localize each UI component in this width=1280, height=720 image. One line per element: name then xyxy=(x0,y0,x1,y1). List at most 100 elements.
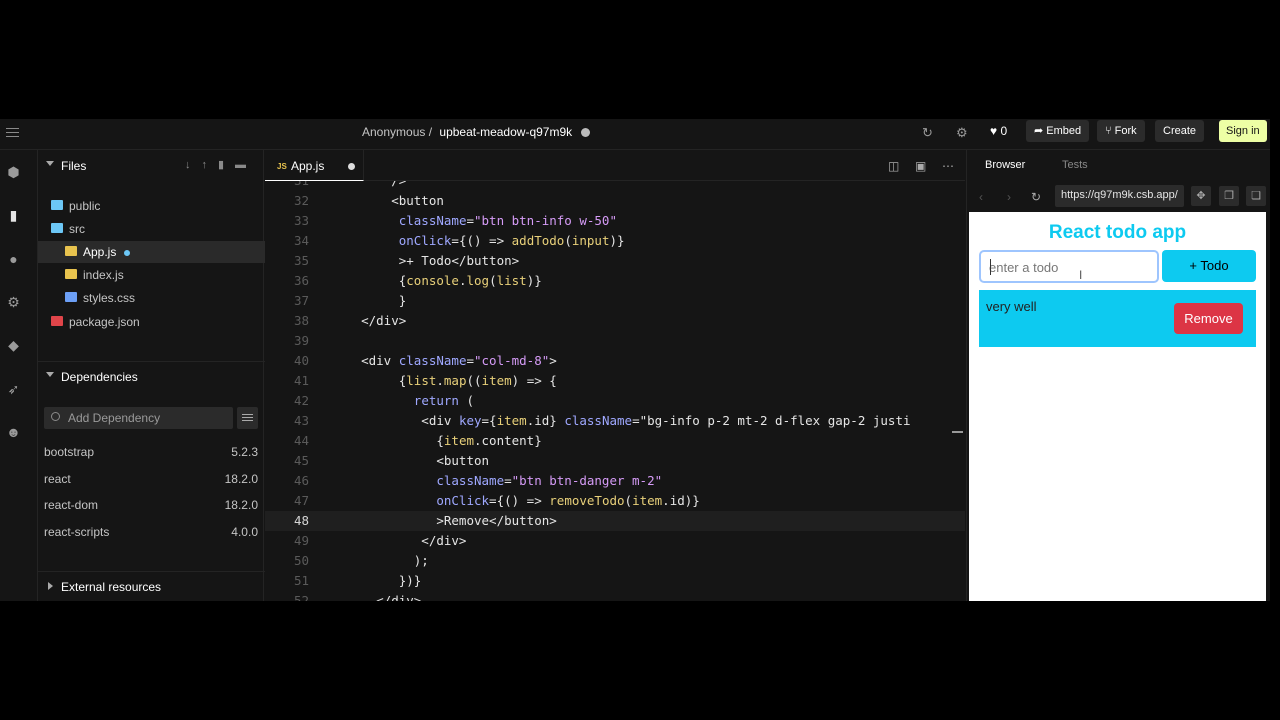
dependency-item[interactable]: react-dom 18.2.0 xyxy=(44,498,258,512)
file-name: index.js xyxy=(83,268,124,282)
dependency-item[interactable]: react-scripts 4.0.0 xyxy=(44,525,258,539)
code-text: >+ Todo</button> xyxy=(331,253,520,268)
sign-in-label: Sign in xyxy=(1226,125,1260,137)
external-resources-title: External resources xyxy=(61,580,162,594)
file-app-js[interactable]: App.js xyxy=(38,241,265,263)
code-line[interactable]: 44 {item.content} xyxy=(265,431,965,451)
browser-toolbar: ‹ › ↻ https://q97m9k.csb.app/ ✥ ❐ ❏ xyxy=(967,181,1270,212)
code-line[interactable]: 52 </div> xyxy=(265,591,965,601)
tab-app-js[interactable]: JS App.js xyxy=(265,150,364,181)
copy-icon[interactable]: ❐ xyxy=(1219,186,1239,206)
reload-icon[interactable]: ↻ xyxy=(1031,190,1041,204)
gear-icon[interactable]: ⚙ xyxy=(956,125,968,141)
cube-icon[interactable]: ⬢ xyxy=(6,165,21,180)
owner-name[interactable]: Anonymous / xyxy=(362,125,432,139)
code-line[interactable]: 31 /> xyxy=(265,181,965,191)
file-index-js[interactable]: index.js xyxy=(38,264,265,286)
more-icon[interactable]: ⋯ xyxy=(942,159,954,173)
forward-icon[interactable]: › xyxy=(1007,190,1011,204)
files-header[interactable]: Files ↓↑▮▬ xyxy=(38,150,265,182)
tab-tests[interactable]: Tests xyxy=(1062,159,1088,171)
line-number: 48 xyxy=(293,513,309,528)
embed-button[interactable]: ➦ Embed xyxy=(1026,120,1090,142)
github-icon[interactable]: ◆ xyxy=(6,338,21,353)
sign-in-button[interactable]: Sign in xyxy=(1219,120,1267,142)
folder-src[interactable]: src xyxy=(38,218,265,240)
scrollbar-marker[interactable] xyxy=(952,431,963,433)
remove-button[interactable]: Remove xyxy=(1174,303,1243,334)
back-icon[interactable]: ‹ xyxy=(979,190,983,204)
code-line[interactable]: 43 <div key={item.id} className="bg-info… xyxy=(265,411,965,431)
code-line[interactable]: 32 <button xyxy=(265,191,965,211)
codesandbox-app: Anonymous / upbeat-meadow-q97m9k ↻ ⚙ ♥ 0… xyxy=(0,119,1270,601)
line-number: 46 xyxy=(293,473,309,488)
line-number: 35 xyxy=(293,253,309,268)
code-line[interactable]: 41 {list.map((item) => { xyxy=(265,371,965,391)
search-icon[interactable]: ● xyxy=(6,252,21,267)
code-line[interactable]: 49 </div> xyxy=(265,531,965,551)
line-number: 34 xyxy=(293,233,309,248)
tab-browser[interactable]: Browser xyxy=(985,159,1025,171)
folder-public[interactable]: public xyxy=(38,195,265,217)
code-line[interactable]: 40 <div className="col-md-8"> xyxy=(265,351,965,371)
code-line[interactable]: 37 } xyxy=(265,291,965,311)
code-line[interactable]: 34 onClick={() => addTodo(input)} xyxy=(265,231,965,251)
code-line[interactable]: 42 return ( xyxy=(265,391,965,411)
dependency-menu-icon[interactable] xyxy=(237,407,258,429)
devtools-icon[interactable]: ✥ xyxy=(1191,186,1211,206)
code-line[interactable]: 36 {console.log(list)} xyxy=(265,271,965,291)
code-line[interactable]: 39 xyxy=(265,331,965,351)
chevron-down-icon xyxy=(46,161,54,166)
file-name: App.js xyxy=(83,245,117,259)
file-sidebar: Files ↓↑▮▬ public src App.js index.js st… xyxy=(37,150,265,601)
js-file-icon xyxy=(65,269,77,279)
menu-icon[interactable] xyxy=(6,128,19,138)
code-line[interactable]: 45 <button xyxy=(265,451,965,471)
rocket-icon[interactable]: ➶ xyxy=(6,382,21,397)
file-actions[interactable]: ↓↑▮▬ xyxy=(185,158,257,171)
ibeam-cursor-icon: I xyxy=(1079,268,1083,282)
dependency-item[interactable]: react 18.2.0 xyxy=(44,472,258,486)
editor-tabs: JS App.js ◫ ▣ ⋯ xyxy=(265,150,965,181)
code-line[interactable]: 51 })} xyxy=(265,571,965,591)
users-icon[interactable]: ☻ xyxy=(6,425,21,440)
code-line[interactable]: 38 </div> xyxy=(265,311,965,331)
add-dependency-input[interactable] xyxy=(68,410,228,426)
project-name[interactable]: upbeat-meadow-q97m9k xyxy=(439,125,572,139)
dependencies-header[interactable]: Dependencies xyxy=(38,361,265,393)
todo-input[interactable] xyxy=(989,258,1149,276)
file-icon[interactable]: ▮ xyxy=(6,208,21,223)
dependency-item[interactable]: bootstrap 5.2.3 xyxy=(44,445,258,459)
file-name: package.json xyxy=(69,315,140,329)
open-window-icon[interactable]: ❏ xyxy=(1246,186,1266,206)
split-view-icon[interactable]: ◫ xyxy=(888,159,899,173)
dependency-version: 18.2.0 xyxy=(224,472,258,486)
add-todo-button[interactable]: + Todo xyxy=(1162,250,1256,282)
code-line[interactable]: 35 >+ Todo</button> xyxy=(265,251,965,271)
file-styles-css[interactable]: styles.css xyxy=(38,287,265,309)
settings-icon[interactable]: ⚙ xyxy=(6,295,21,310)
external-resources-header[interactable]: External resources xyxy=(38,571,265,601)
create-button[interactable]: Create xyxy=(1155,120,1205,142)
modified-indicator xyxy=(124,250,130,256)
line-number: 45 xyxy=(293,453,309,468)
code-text: <div className="col-md-8"> xyxy=(331,353,557,368)
file-package-json[interactable]: package.json xyxy=(38,311,265,333)
fork-button[interactable]: ⑂ Fork xyxy=(1097,120,1145,142)
code-line[interactable]: 48 >Remove</button> xyxy=(265,511,965,531)
code-line[interactable]: 33 className="btn btn-info w-50" xyxy=(265,211,965,231)
todo-input-field[interactable] xyxy=(979,250,1159,283)
code-line[interactable]: 46 className="btn btn-danger m-2" xyxy=(265,471,965,491)
refresh-icon[interactable]: ↻ xyxy=(922,125,933,141)
unsaved-indicator[interactable] xyxy=(348,163,355,170)
preview-icon[interactable]: ▣ xyxy=(915,159,926,173)
code-area[interactable]: 31 />32 <button33 className="btn btn-inf… xyxy=(265,181,965,601)
url-field[interactable]: https://q97m9k.csb.app/ xyxy=(1055,185,1184,207)
code-text: ); xyxy=(331,553,429,568)
todo-content: very well xyxy=(986,299,1037,314)
code-line[interactable]: 50 ); xyxy=(265,551,965,571)
code-line[interactable]: 47 onClick={() => removeTodo(item.id)} xyxy=(265,491,965,511)
text-cursor xyxy=(990,259,991,275)
like-button[interactable]: ♥ 0 xyxy=(990,124,1007,138)
add-dependency-field[interactable] xyxy=(44,407,233,429)
